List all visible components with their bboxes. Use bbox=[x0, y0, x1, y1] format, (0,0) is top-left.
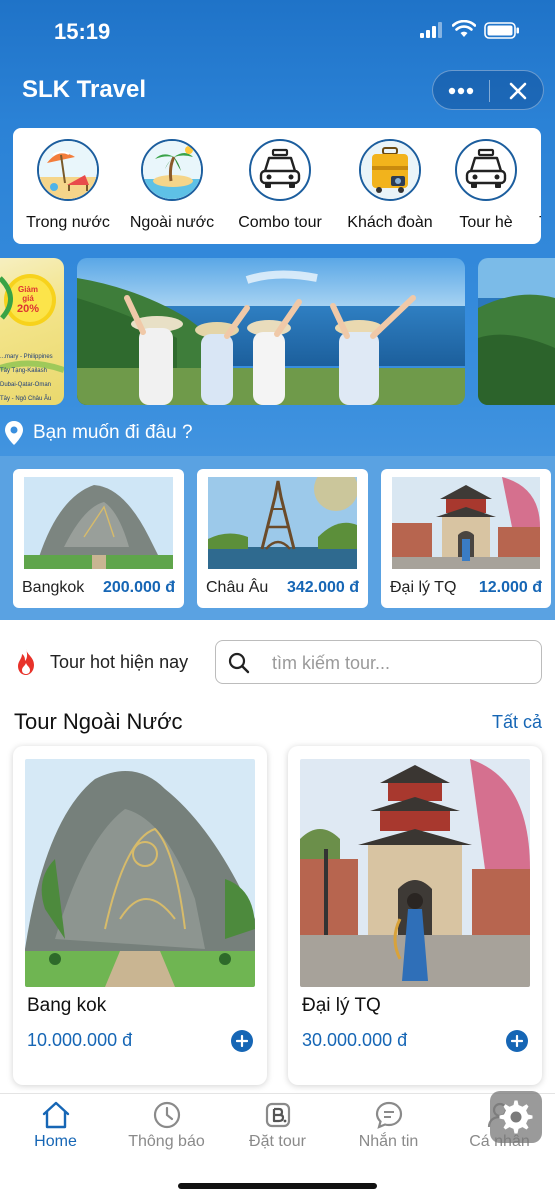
destination-strip: Bangkok 200.000 đ Châu Âu 342.000 đ Đại … bbox=[0, 456, 555, 620]
add-tour-button[interactable] bbox=[506, 1030, 528, 1052]
tour-card-bangkok[interactable]: Bang kok 10.000.000 đ bbox=[13, 746, 267, 1085]
plus-icon bbox=[511, 1035, 523, 1047]
tab-book-tour[interactable]: Đặt tour bbox=[222, 1094, 333, 1154]
destination-card-chau-au[interactable]: Châu Âu 342.000 đ bbox=[197, 469, 368, 608]
destination-price: 342.000 đ bbox=[286, 579, 359, 596]
see-all-link[interactable]: Tất cả bbox=[492, 712, 542, 733]
category-trong-nuoc[interactable]: Trong nước bbox=[13, 128, 123, 244]
category-combo-tour[interactable]: Combo tour bbox=[225, 128, 335, 244]
home-icon bbox=[42, 1101, 69, 1129]
tour-name: Đại lý TQ bbox=[302, 995, 381, 1016]
status-time: 15:19 bbox=[54, 19, 111, 44]
promo-badge-line1: Giảm bbox=[17, 285, 38, 294]
category-label: Khách đoàn bbox=[347, 214, 433, 231]
promo-line: Tây Tạng-Kailash bbox=[0, 368, 47, 374]
mini-app-capsule bbox=[432, 70, 544, 110]
destination-name: Đại lý TQ bbox=[390, 579, 457, 596]
tab-label: Đặt tour bbox=[249, 1133, 306, 1150]
app-header: SLK Travel bbox=[0, 62, 555, 118]
search-input[interactable] bbox=[272, 649, 532, 677]
promo-badge-line3: 20% bbox=[16, 303, 40, 315]
category-partial[interactable]: T bbox=[485, 128, 541, 244]
category-ngoai-nuoc[interactable]: Ngoài nước bbox=[117, 128, 227, 244]
destination-card-bangkok[interactable]: Bangkok 200.000 đ bbox=[13, 469, 184, 608]
close-icon bbox=[509, 82, 526, 100]
tab-label: Nhắn tin bbox=[358, 1133, 419, 1150]
hot-tour-row: Tour hot hiện nay bbox=[0, 640, 555, 684]
fire-icon bbox=[18, 649, 34, 675]
palm-island-icon bbox=[141, 139, 203, 201]
search-box bbox=[215, 640, 542, 684]
more-button[interactable] bbox=[433, 71, 489, 111]
tour-name: Bang kok bbox=[27, 995, 107, 1016]
destination-image bbox=[208, 477, 357, 569]
destination-name: Bangkok bbox=[22, 579, 85, 596]
destination-image bbox=[24, 477, 173, 569]
hero-banner-image[interactable] bbox=[77, 258, 465, 405]
tour-price: 10.000.000 đ bbox=[27, 1030, 133, 1050]
category-label: T bbox=[534, 214, 541, 232]
tab-label: Home bbox=[34, 1133, 77, 1150]
location-pin-icon bbox=[5, 421, 23, 445]
hot-tour-label: Tour hot hiện nay bbox=[50, 652, 189, 672]
promo-badge-line2: giá bbox=[22, 294, 34, 303]
tour-image bbox=[300, 759, 530, 987]
status-bar: 15:19 bbox=[0, 0, 555, 62]
gear-icon bbox=[499, 1100, 533, 1134]
destination-card-dai-ly-tq[interactable]: Đại lý TQ 12.000 đ bbox=[381, 469, 551, 608]
close-button[interactable] bbox=[490, 71, 545, 111]
cellular-signal-icon bbox=[420, 22, 442, 38]
category-label: Combo tour bbox=[238, 214, 322, 231]
beach-chair-icon bbox=[37, 139, 99, 201]
luggage-icon bbox=[359, 139, 421, 201]
tab-label: Thông báo bbox=[128, 1133, 205, 1150]
wifi-icon bbox=[452, 20, 476, 37]
category-label: Ngoài nước bbox=[129, 214, 215, 231]
tour-price: 30.000.000 đ bbox=[302, 1030, 408, 1050]
destination-name: Châu Âu bbox=[206, 579, 269, 596]
tab-home[interactable]: Home bbox=[0, 1094, 111, 1154]
promo-line: Tây - Ngô Châu Âu bbox=[0, 396, 52, 402]
destination-image bbox=[392, 477, 540, 569]
category-label: Trong nước bbox=[26, 214, 110, 231]
more-dots-icon bbox=[448, 87, 474, 95]
battery-icon bbox=[484, 22, 519, 39]
promo-line: Dubai-Qatar-Oman bbox=[0, 382, 52, 388]
category-khach-doan[interactable]: Khách đoàn bbox=[335, 128, 445, 244]
category-bar: Trong nước Ngoài nước Combo tour Khách đ… bbox=[13, 128, 541, 244]
promo-banner[interactable]: Giảm giá 20% ...mary - Philippines Tây T… bbox=[0, 258, 64, 405]
app-title: SLK Travel bbox=[22, 76, 147, 103]
search-icon bbox=[228, 652, 250, 674]
clock-icon bbox=[153, 1101, 180, 1129]
car-icon bbox=[249, 139, 311, 201]
tour-card-dai-ly-tq[interactable]: Đại lý TQ 30.000.000 đ bbox=[288, 746, 542, 1085]
section-title: Tour Ngoài Nước bbox=[14, 709, 183, 734]
promo-line: ...mary - Philippines bbox=[0, 354, 53, 360]
add-tour-button[interactable] bbox=[231, 1030, 253, 1052]
tab-messages[interactable]: Nhắn tin bbox=[333, 1094, 444, 1154]
chat-icon bbox=[375, 1101, 402, 1129]
destination-prompt: Bạn muốn đi đâu ? bbox=[0, 414, 555, 454]
tour-image bbox=[25, 759, 255, 987]
booking-icon bbox=[265, 1102, 290, 1128]
next-banner-image[interactable] bbox=[478, 258, 555, 405]
floating-settings-button[interactable] bbox=[490, 1091, 542, 1143]
home-indicator bbox=[178, 1183, 377, 1189]
plus-icon bbox=[236, 1035, 248, 1047]
destination-price: 200.000 đ bbox=[102, 579, 175, 596]
destination-price: 12.000 đ bbox=[478, 579, 542, 596]
destination-prompt-text: Bạn muốn đi đâu ? bbox=[33, 422, 193, 443]
tab-notifications[interactable]: Thông báo bbox=[111, 1094, 222, 1154]
